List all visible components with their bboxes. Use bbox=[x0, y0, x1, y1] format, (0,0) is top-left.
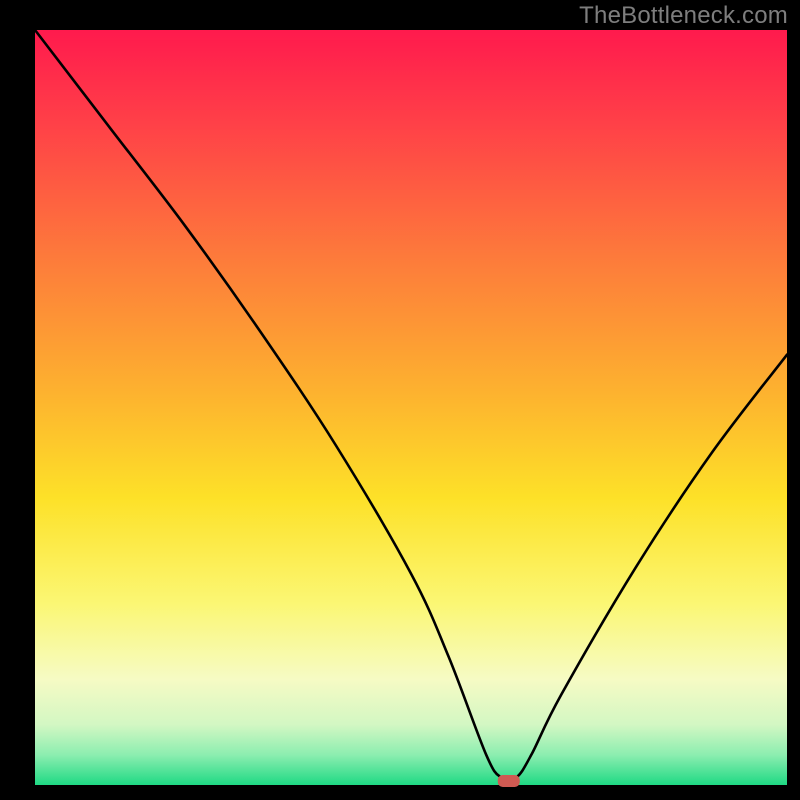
watermark-text: TheBottleneck.com bbox=[579, 2, 788, 30]
plot-background bbox=[35, 30, 787, 785]
bottleneck-chart bbox=[0, 0, 800, 800]
optimal-point-marker bbox=[498, 775, 520, 787]
chart-frame: TheBottleneck.com bbox=[0, 0, 800, 800]
